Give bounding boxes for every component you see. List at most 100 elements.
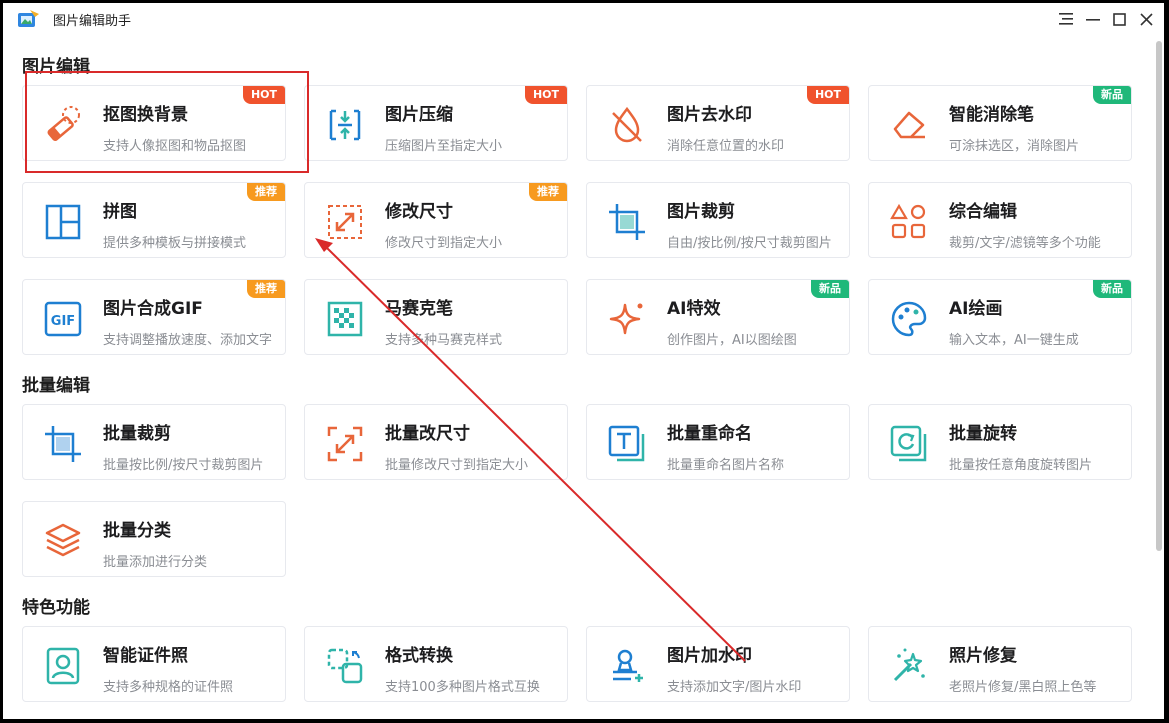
- card-ai-effects[interactable]: AI特效 创作图片，AI以图绘图 新品: [586, 279, 850, 355]
- card-desc: 批量重命名图片名称: [667, 458, 785, 473]
- close-icon[interactable]: [1133, 7, 1160, 31]
- card-desc: 压缩图片至指定大小: [385, 139, 503, 154]
- card-desc: 批量按任意角度旋转图片: [949, 458, 1093, 473]
- card-ai-painting[interactable]: AI绘画 输入文本，AI一键生成 新品: [868, 279, 1132, 355]
- recommend-badge: 推荐: [247, 280, 285, 298]
- card-title: 图片加水印: [667, 646, 752, 666]
- card-batch-resize[interactable]: 批量改尺寸 批量修改尺寸到指定大小: [304, 404, 568, 480]
- eraser-pen-icon: [887, 103, 931, 147]
- card-title: 格式转换: [385, 646, 453, 666]
- minimize-icon[interactable]: [1079, 7, 1106, 31]
- card-desc: 支持100多种图片格式互换: [385, 680, 540, 695]
- svg-text:GIF: GIF: [51, 314, 75, 329]
- card-crop[interactable]: 图片裁剪 自由/按比例/按尺寸裁剪图片: [586, 182, 850, 258]
- new-badge: 新品: [811, 280, 849, 298]
- section-title-features: 特色功能: [22, 598, 90, 618]
- hot-badge: HOT: [242, 86, 285, 104]
- resize-icon: [323, 200, 367, 244]
- eraser-icon: [41, 103, 85, 147]
- recommend-badge: 推荐: [247, 183, 285, 201]
- card-title: 拼图: [103, 202, 137, 222]
- title-bar: 图片编辑助手: [3, 3, 1164, 35]
- palette-icon: [887, 297, 931, 341]
- card-desc: 支持多种马赛克样式: [385, 333, 503, 348]
- card-desc: 修改尺寸到指定大小: [385, 236, 503, 251]
- shapes-icon: [887, 200, 931, 244]
- hot-badge: HOT: [806, 86, 849, 104]
- card-mosaic[interactable]: 马赛克笔 支持多种马赛克样式: [304, 279, 568, 355]
- maximize-icon[interactable]: [1106, 7, 1133, 31]
- card-desc: 创作图片，AI以图绘图: [667, 333, 797, 348]
- hot-badge: HOT: [524, 86, 567, 104]
- card-resize[interactable]: 修改尺寸 修改尺寸到指定大小 推荐: [304, 182, 568, 258]
- card-title: 照片修复: [949, 646, 1017, 666]
- card-desc: 消除任意位置的水印: [667, 139, 785, 154]
- card-collage[interactable]: 拼图 提供多种模板与拼接模式 推荐: [22, 182, 286, 258]
- card-desc: 批量按比例/按尺寸裁剪图片: [103, 458, 264, 473]
- collage-icon: [41, 200, 85, 244]
- card-title: 批量裁剪: [103, 424, 171, 444]
- card-compress[interactable]: 图片压缩 压缩图片至指定大小 HOT: [304, 85, 568, 161]
- card-title: 图片合成GIF: [103, 299, 203, 319]
- card-title: 批量分类: [103, 521, 171, 541]
- card-desc: 输入文本，AI一键生成: [949, 333, 1079, 348]
- sparkle-icon: [605, 297, 649, 341]
- card-format-convert[interactable]: 格式转换 支持100多种图片格式互换: [304, 626, 568, 702]
- card-title: 批量旋转: [949, 424, 1017, 444]
- gif-icon: GIF: [41, 297, 85, 341]
- layers-icon: [41, 519, 85, 563]
- menu-icon[interactable]: [1052, 7, 1079, 31]
- card-batch-classify[interactable]: 批量分类 批量添加进行分类: [22, 501, 286, 577]
- card-title: AI特效: [667, 299, 721, 319]
- card-title: 智能消除笔: [949, 105, 1034, 125]
- new-badge: 新品: [1093, 86, 1131, 104]
- card-remove-watermark[interactable]: 图片去水印 消除任意位置的水印 HOT: [586, 85, 850, 161]
- card-title: 抠图换背景: [103, 105, 188, 125]
- card-add-watermark[interactable]: 图片加水印 支持添加文字/图片水印: [586, 626, 850, 702]
- recommend-badge: 推荐: [529, 183, 567, 201]
- section-title-image-edit: 图片编辑: [22, 57, 90, 77]
- card-smart-eraser[interactable]: 智能消除笔 可涂抹选区，消除图片 新品: [868, 85, 1132, 161]
- app-window: 图片编辑助手 图片编辑 批量编辑 特色功能 抠图换背景 支持人像抠图和物品抠图 …: [3, 3, 1164, 719]
- mosaic-icon: [323, 297, 367, 341]
- card-photo-restore[interactable]: 照片修复 老照片修复/黑白照上色等: [868, 626, 1132, 702]
- card-desc: 支持多种规格的证件照: [103, 680, 234, 695]
- card-desc: 支持人像抠图和物品抠图: [103, 139, 247, 154]
- card-batch-rename[interactable]: 批量重命名 批量重命名图片名称: [586, 404, 850, 480]
- card-cutout-background[interactable]: 抠图换背景 支持人像抠图和物品抠图 HOT: [22, 85, 286, 161]
- card-id-photo[interactable]: 智能证件照 支持多种规格的证件照: [22, 626, 286, 702]
- card-gif[interactable]: GIF 图片合成GIF 支持调整播放速度、添加文字 推荐: [22, 279, 286, 355]
- card-desc: 批量修改尺寸到指定大小: [385, 458, 529, 473]
- batch-crop-icon: [41, 422, 85, 466]
- app-title: 图片编辑助手: [53, 14, 132, 29]
- card-desc: 裁剪/文字/滤镜等多个功能: [949, 236, 1101, 251]
- convert-icon: [323, 644, 367, 688]
- card-comprehensive-edit[interactable]: 综合编辑 裁剪/文字/滤镜等多个功能: [868, 182, 1132, 258]
- card-title: AI绘画: [949, 299, 1003, 319]
- rename-icon: [605, 422, 649, 466]
- card-batch-rotate[interactable]: 批量旋转 批量按任意角度旋转图片: [868, 404, 1132, 480]
- compress-icon: [323, 103, 367, 147]
- card-title: 马赛克笔: [385, 299, 453, 319]
- card-title: 批量改尺寸: [385, 424, 470, 444]
- no-drop-icon: [605, 103, 649, 147]
- rotate-icon: [887, 422, 931, 466]
- card-title: 批量重命名: [667, 424, 752, 444]
- card-title: 修改尺寸: [385, 202, 453, 222]
- card-title: 图片裁剪: [667, 202, 735, 222]
- scrollbar[interactable]: [1156, 41, 1162, 551]
- card-desc: 老照片修复/黑白照上色等: [949, 680, 1097, 695]
- card-title: 图片去水印: [667, 105, 752, 125]
- section-title-batch-edit: 批量编辑: [22, 376, 90, 396]
- card-desc: 批量添加进行分类: [103, 555, 208, 570]
- new-badge: 新品: [1093, 280, 1131, 298]
- app-logo-icon: [15, 8, 41, 30]
- card-title: 图片压缩: [385, 105, 453, 125]
- watermark-icon: [605, 644, 649, 688]
- card-desc: 可涂抹选区，消除图片: [949, 139, 1080, 154]
- card-desc: 支持调整播放速度、添加文字: [103, 333, 273, 348]
- id-photo-icon: [41, 644, 85, 688]
- card-desc: 支持添加文字/图片水印: [667, 680, 802, 695]
- card-title: 智能证件照: [103, 646, 188, 666]
- card-batch-crop[interactable]: 批量裁剪 批量按比例/按尺寸裁剪图片: [22, 404, 286, 480]
